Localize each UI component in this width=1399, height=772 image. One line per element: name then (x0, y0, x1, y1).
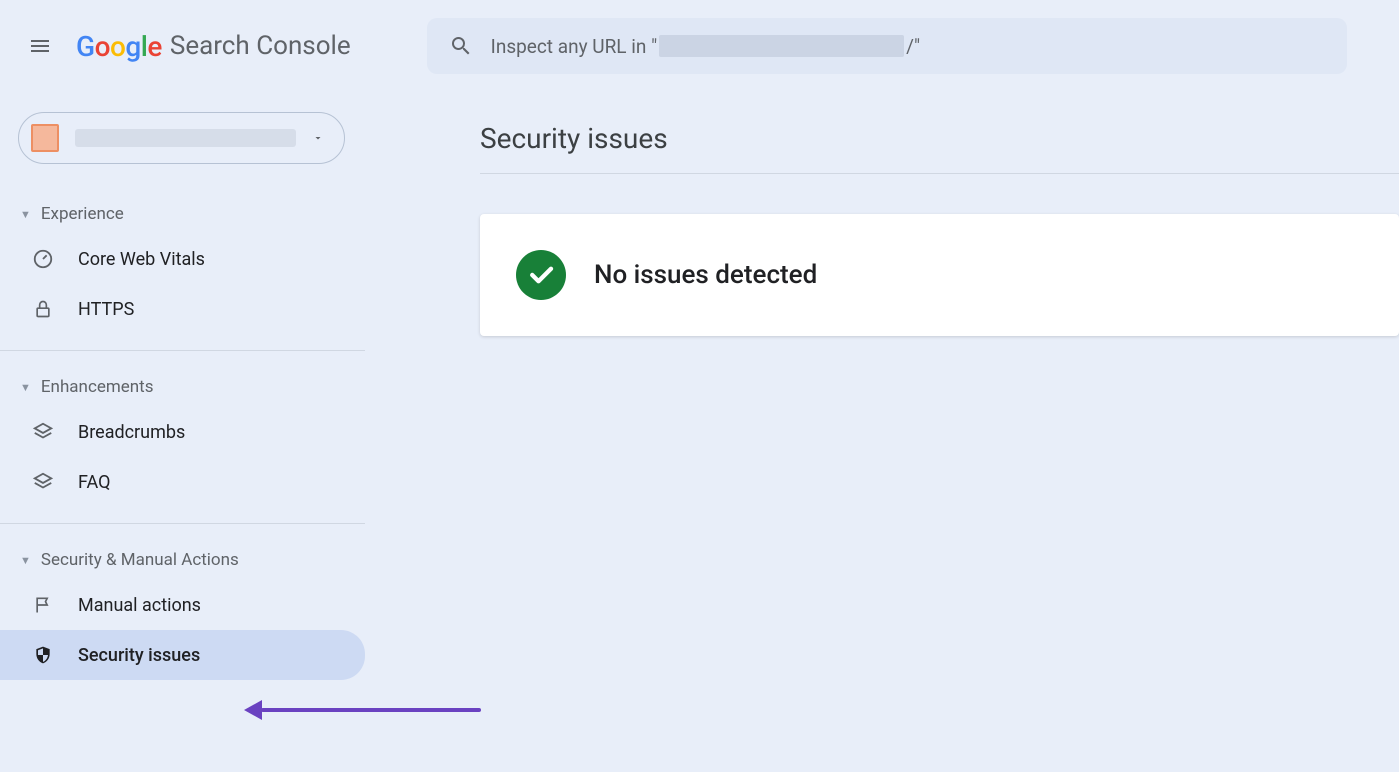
speedometer-icon (30, 248, 56, 270)
sidebar-item-label: Security issues (78, 645, 200, 666)
main-content: Security issues No issues detected (480, 92, 1399, 772)
redacted-property-name (75, 129, 296, 147)
arrow-head-icon (244, 700, 262, 720)
collapse-icon: ▼ (20, 208, 31, 221)
sidebar-item-core-web-vitals[interactable]: Core Web Vitals (0, 234, 365, 284)
sidebar-item-security-issues[interactable]: Security issues (0, 630, 365, 680)
lock-icon (30, 298, 56, 320)
sidebar-section-experience[interactable]: ▼ Experience (0, 194, 365, 234)
redacted-property-url (659, 35, 904, 57)
collapse-icon: ▼ (20, 554, 31, 567)
sidebar-item-label: HTTPS (78, 299, 134, 320)
sidebar: ▼ Experience Core Web Vitals HTTPS ▼ Enh… (0, 92, 405, 772)
sidebar-item-faq[interactable]: FAQ (0, 457, 365, 507)
sidebar-item-label: Manual actions (78, 595, 201, 616)
collapse-icon: ▼ (20, 381, 31, 394)
annotation-arrow (244, 700, 481, 720)
hamburger-icon (28, 34, 52, 58)
sidebar-divider (0, 350, 365, 351)
flag-icon (30, 594, 56, 616)
title-divider (480, 173, 1399, 174)
section-title-enhancements: Enhancements (41, 377, 154, 397)
sidebar-item-label: FAQ (78, 472, 110, 493)
status-card: No issues detected (480, 214, 1399, 336)
status-message: No issues detected (594, 260, 817, 290)
sidebar-item-label: Core Web Vitals (78, 249, 205, 270)
sidebar-section-enhancements[interactable]: ▼ Enhancements (0, 367, 365, 407)
sidebar-item-breadcrumbs[interactable]: Breadcrumbs (0, 407, 365, 457)
sidebar-item-https[interactable]: HTTPS (0, 284, 365, 334)
property-selector[interactable] (18, 112, 345, 164)
sidebar-section-security[interactable]: ▼ Security & Manual Actions (0, 540, 365, 580)
shield-icon (30, 644, 56, 666)
google-wordmark: Google (76, 30, 162, 63)
product-logo[interactable]: Google Search Console (76, 30, 351, 63)
product-name: Search Console (170, 31, 351, 61)
property-favicon (31, 124, 59, 152)
layers-icon (30, 471, 56, 493)
search-icon (449, 34, 473, 58)
search-placeholder-text: Inspect any URL in "/" (491, 35, 1325, 58)
arrow-line (261, 708, 481, 712)
sidebar-divider (0, 523, 365, 524)
section-title-security: Security & Manual Actions (41, 550, 239, 570)
chevron-down-icon (312, 132, 324, 144)
layers-icon (30, 421, 56, 443)
success-check-icon (516, 250, 566, 300)
header: Google Search Console Inspect any URL in… (0, 0, 1399, 92)
menu-toggle-button[interactable] (20, 26, 60, 66)
url-inspection-search[interactable]: Inspect any URL in "/" (427, 18, 1347, 74)
sidebar-item-manual-actions[interactable]: Manual actions (0, 580, 365, 630)
sidebar-item-label: Breadcrumbs (78, 422, 185, 443)
page-title: Security issues (480, 122, 1399, 155)
section-title-experience: Experience (41, 204, 124, 224)
